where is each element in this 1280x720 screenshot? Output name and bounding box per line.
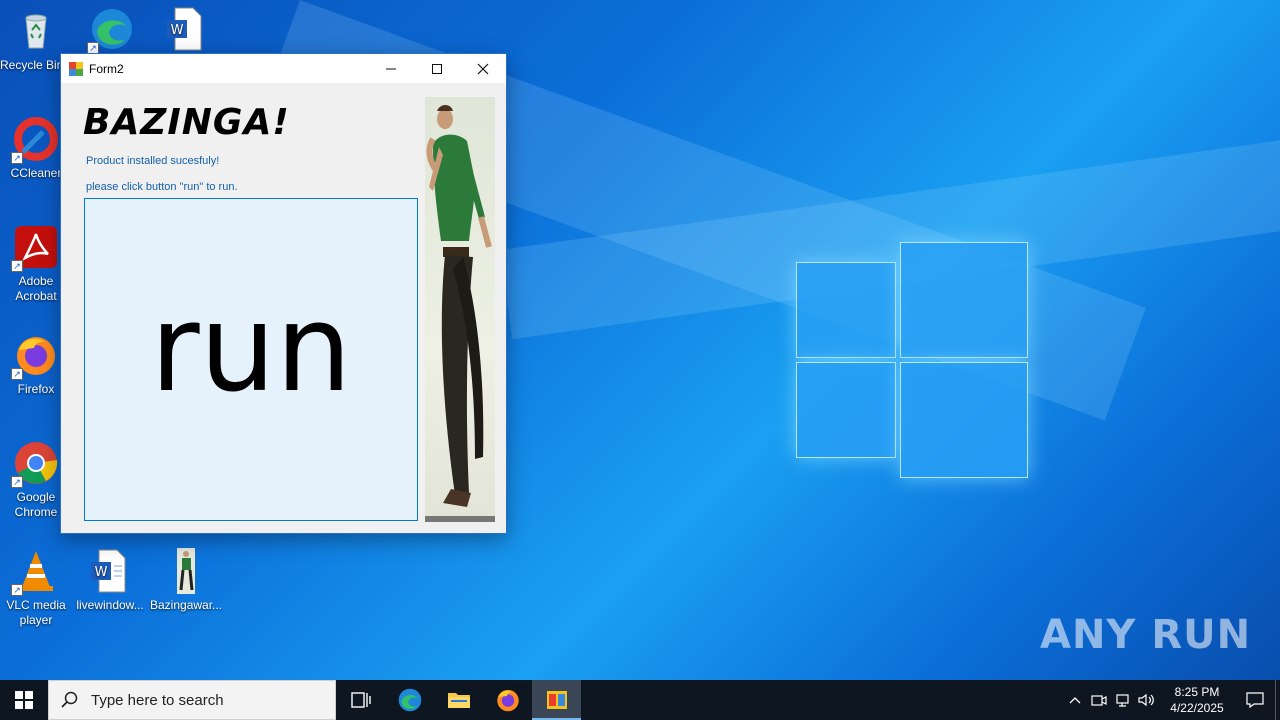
taskbar-search-box[interactable]: Type here to search	[48, 680, 336, 720]
anyrun-watermark: ANY RUN	[1040, 612, 1251, 658]
vlc-icon: ↗	[11, 548, 59, 596]
adobe-acrobat-icon: ↗	[11, 224, 59, 272]
window-title: Form2	[89, 61, 124, 76]
maximize-icon	[432, 63, 442, 74]
desktop-icon-bazinga[interactable]: Bazingawar...	[150, 548, 222, 613]
firefox-icon	[496, 689, 519, 712]
chrome-icon: ↗	[11, 440, 59, 488]
desktop-icon-label: VLC media player	[6, 598, 66, 627]
taskbar-file-explorer-button[interactable]	[434, 680, 483, 720]
task-view-icon	[350, 692, 371, 708]
taskbar: Type here to search 8:25 PM 4/22/2025	[0, 680, 1280, 720]
app-icon	[546, 691, 567, 709]
maximize-button[interactable]	[414, 54, 460, 83]
heading-label: BAZINGA!	[83, 102, 290, 143]
svg-text:W: W	[95, 565, 108, 580]
desktop-icon-edge[interactable]: ↗	[76, 6, 148, 56]
word-document-icon: W	[163, 6, 209, 52]
meet-now-button[interactable]	[1087, 680, 1111, 720]
start-button[interactable]	[0, 680, 48, 720]
volume-icon	[1138, 693, 1154, 707]
edge-icon: ↗	[87, 6, 135, 54]
desktop-icon-label: Bazingawar...	[150, 598, 223, 612]
desktop-icon-label: Recycle Bin	[0, 58, 62, 72]
desktop-icon-vlc[interactable]: ↗ VLC media player	[0, 548, 72, 628]
search-icon	[61, 691, 78, 708]
clock-time: 8:25 PM	[1174, 685, 1220, 699]
windows-logo	[796, 242, 1028, 478]
install-status-label: Product installed sucesfuly!	[86, 155, 220, 167]
network-button[interactable]	[1111, 680, 1135, 720]
taskbar-firefox-button[interactable]	[483, 680, 532, 720]
clock-date: 4/22/2025	[1170, 701, 1224, 715]
character-picture	[425, 97, 495, 522]
recycle-bin-icon	[13, 8, 59, 54]
instruction-label: please click button "run" to run.	[86, 181, 238, 193]
desktop-icon-livewindow[interactable]: W livewindow...	[74, 548, 146, 613]
run-button[interactable]: run	[84, 198, 418, 521]
network-icon	[1116, 694, 1129, 707]
form2-window[interactable]: Form2 BAZINGA! Product installed sucesfu…	[60, 53, 507, 534]
close-icon	[477, 63, 489, 74]
word-document-icon: W	[87, 548, 133, 594]
minimize-icon	[386, 68, 396, 69]
search-placeholder: Type here to search	[91, 691, 224, 709]
close-button[interactable]	[460, 54, 506, 83]
notification-icon	[1246, 692, 1264, 708]
title-bar[interactable]: Form2	[61, 54, 506, 83]
taskbar-form2-button[interactable]	[532, 680, 581, 720]
minimize-button[interactable]	[368, 54, 414, 83]
desktop-icon-word[interactable]: W	[150, 6, 222, 56]
system-tray: 8:25 PM 4/22/2025	[1063, 680, 1280, 720]
watermark-text: ANY RUN	[1040, 612, 1252, 658]
app-icon	[69, 61, 83, 76]
bazinga-file-icon	[163, 548, 209, 594]
chevron-up-icon	[1069, 697, 1081, 704]
folder-icon	[447, 693, 470, 708]
taskbar-edge-button[interactable]	[385, 680, 434, 720]
show-hidden-icons-button[interactable]	[1063, 680, 1087, 720]
task-view-button[interactable]	[336, 680, 385, 720]
desktop-icon-label: livewindow...	[76, 598, 144, 612]
camera-icon	[1091, 695, 1107, 706]
ccleaner-icon: ↗	[11, 116, 59, 164]
windows-start-icon	[15, 691, 33, 709]
firefox-icon: ↗	[11, 332, 59, 380]
action-center-button[interactable]	[1235, 680, 1275, 720]
taskbar-clock[interactable]: 8:25 PM 4/22/2025	[1159, 684, 1235, 716]
show-desktop-button[interactable]	[1275, 680, 1280, 720]
svg-text:W: W	[171, 23, 184, 38]
volume-button[interactable]	[1135, 680, 1159, 720]
edge-icon	[398, 688, 421, 712]
